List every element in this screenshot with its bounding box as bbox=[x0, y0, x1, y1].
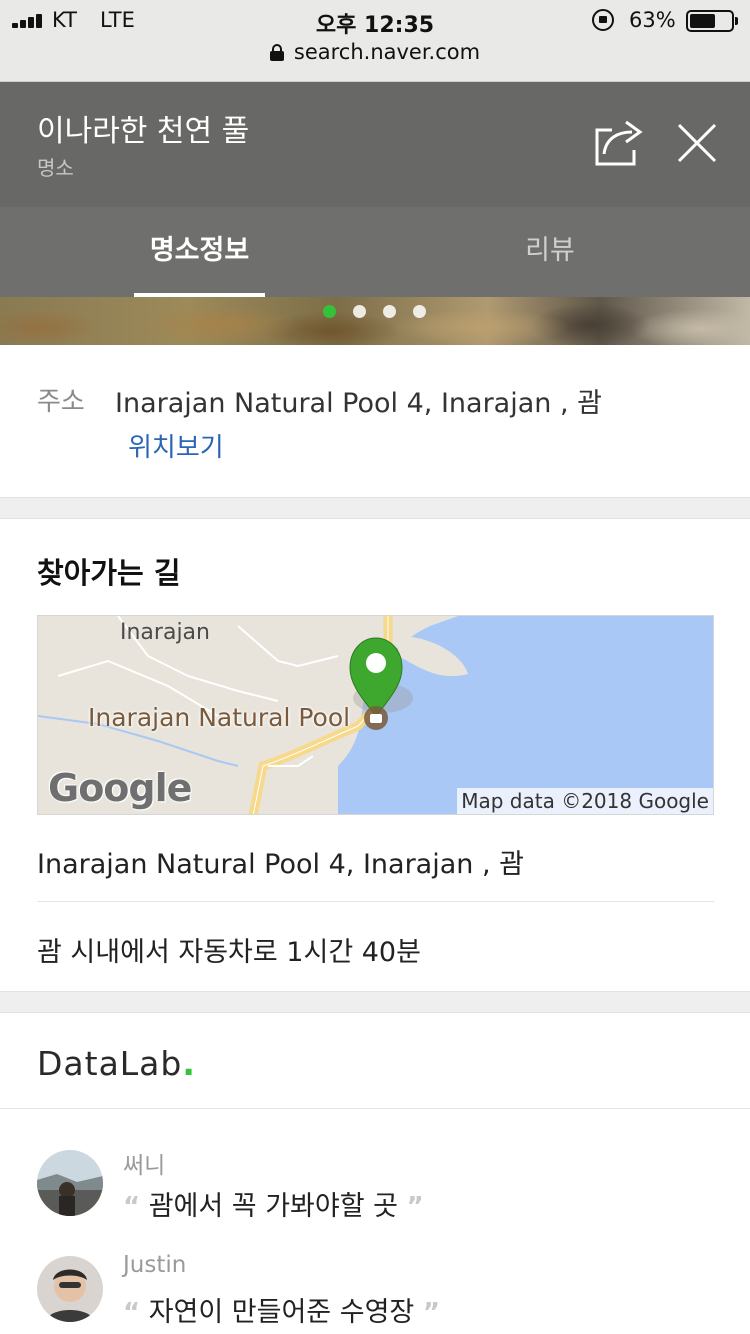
address-section: 주소 Inarajan Natural Pool 4, Inarajan , 괌… bbox=[0, 345, 750, 497]
carousel-dot[interactable] bbox=[413, 305, 426, 318]
carousel-dot[interactable] bbox=[323, 305, 336, 318]
map[interactable]: Inarajan Inarajan Natural Pool Google Ma… bbox=[37, 615, 714, 815]
review-text: “ 자연이 만들어준 수영장 ” bbox=[123, 1290, 440, 1329]
section-divider bbox=[0, 991, 750, 1013]
carousel-dot[interactable] bbox=[383, 305, 396, 318]
avatar bbox=[37, 1150, 103, 1216]
section-divider bbox=[0, 497, 750, 519]
tab-bar: 명소정보 리뷰 bbox=[0, 207, 750, 297]
battery-tip bbox=[735, 17, 738, 25]
close-icon bbox=[677, 123, 717, 163]
lock-icon bbox=[269, 44, 284, 61]
quote-open-icon: “ bbox=[123, 1298, 141, 1328]
close-button[interactable] bbox=[674, 120, 720, 166]
google-logo: Google bbox=[48, 766, 192, 810]
avatar bbox=[37, 1256, 103, 1322]
map-poi-label: Inarajan Natural Pool bbox=[88, 703, 351, 732]
reviewer-name: Justin bbox=[123, 1252, 187, 1278]
carousel-dot[interactable] bbox=[353, 305, 366, 318]
datalab-logo-text: DataLab bbox=[37, 1044, 183, 1083]
share-button[interactable] bbox=[590, 116, 648, 168]
quote-open-icon: “ bbox=[123, 1192, 141, 1222]
photo-carousel[interactable] bbox=[0, 297, 750, 345]
review-text-content: 자연이 만들어준 수영장 bbox=[148, 1297, 415, 1328]
place-category: 명소 bbox=[37, 156, 74, 180]
review-text: “ 괌에서 꼭 가봐야할 곳 ” bbox=[123, 1184, 424, 1223]
divider bbox=[0, 1108, 750, 1109]
address-value: Inarajan Natural Pool 4, Inarajan , 괌 bbox=[115, 388, 602, 419]
directions-title: 찾아가는 길 bbox=[37, 556, 181, 590]
address-label: 주소 bbox=[37, 387, 85, 417]
datalab-logo: DataLab. bbox=[37, 1044, 196, 1083]
rotation-lock-icon bbox=[592, 9, 614, 31]
status-bar: KT LTE 오후 12:35 63% bbox=[0, 0, 750, 40]
reviewer-name: 써니 bbox=[123, 1153, 166, 1179]
battery-icon bbox=[686, 10, 734, 32]
quote-close-icon: ” bbox=[422, 1298, 440, 1328]
share-icon bbox=[595, 120, 643, 166]
divider bbox=[37, 901, 714, 902]
review-item[interactable]: Justin “ 자연이 만들어준 수영장 ” bbox=[0, 1252, 750, 1334]
review-item[interactable]: 써니 “ 괌에서 꼭 가봐야할 곳 ” bbox=[0, 1150, 750, 1250]
map-copyright: Map data ©2018 Google bbox=[457, 788, 713, 814]
review-text-content: 괌에서 꼭 가봐야할 곳 bbox=[148, 1191, 398, 1222]
quote-close-icon: ” bbox=[406, 1192, 424, 1222]
place-header: 이나라한 천연 풀 명소 bbox=[0, 82, 750, 207]
url-bar[interactable]: search.naver.com bbox=[0, 40, 750, 82]
place-title: 이나라한 천연 풀 bbox=[37, 114, 250, 149]
travel-time: 괌 시내에서 자동차로 1시간 40분 bbox=[37, 937, 421, 968]
url-text[interactable]: search.naver.com bbox=[294, 40, 480, 64]
view-location-link[interactable]: 위치보기 bbox=[128, 427, 224, 464]
tab-place-info[interactable]: 명소정보 bbox=[134, 207, 265, 297]
battery-percent: 63% bbox=[629, 8, 676, 32]
datalab-logo-dot: . bbox=[182, 1044, 196, 1083]
directions-address: Inarajan Natural Pool 4, Inarajan , 괌 bbox=[37, 849, 524, 880]
map-town-label: Inarajan bbox=[120, 620, 210, 645]
tab-review[interactable]: 리뷰 bbox=[480, 207, 620, 297]
